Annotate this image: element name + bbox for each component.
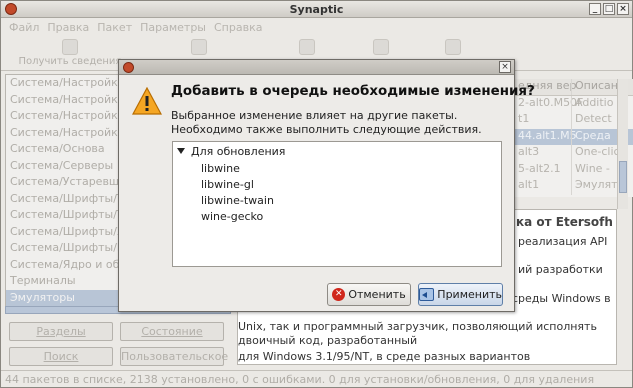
- confirm-changes-dialog: × Добавить в очередь необходимые изменен…: [118, 59, 535, 312]
- sections-button[interactable]: Разделы: [9, 322, 113, 341]
- dialog-close-icon[interactable]: ×: [499, 61, 511, 73]
- search-toolbar-button[interactable]: [443, 39, 463, 56]
- dialog-titlebar[interactable]: ×: [119, 60, 514, 75]
- warning-icon: [132, 87, 162, 115]
- table-row[interactable]: 5-alt2.1 Wine -: [515, 161, 633, 178]
- group-row[interactable]: Для обновления: [177, 145, 285, 158]
- dialog-message-line2: Необходимо также выполнить следующие дей…: [171, 123, 482, 136]
- search-results-button[interactable]: Поиск: [9, 347, 113, 366]
- reload-label: Получить сведения: [18, 56, 122, 67]
- window-title: Synaptic: [289, 3, 344, 16]
- reload-icon: [62, 39, 78, 55]
- dialog-message: Выбранное изменение влияет на другие пак…: [171, 109, 482, 137]
- mark-upgrades-button[interactable]: [189, 39, 209, 56]
- description-line: двоичный код, разработанный: [238, 334, 418, 347]
- dialog-app-icon: [123, 62, 134, 73]
- description-line: ий разработки: [518, 263, 603, 276]
- description-line: Unix, так и программный загрузчик, позво…: [238, 320, 597, 333]
- description-line: реализация API: [518, 235, 608, 248]
- dialog-heading: Добавить в очередь необходимые изменения…: [171, 84, 535, 99]
- maximize-icon[interactable]: □: [603, 3, 615, 15]
- cancel-label: Отменить: [348, 288, 406, 301]
- app-icon: [5, 3, 17, 15]
- close-icon[interactable]: ×: [617, 3, 629, 15]
- window-titlebar[interactable]: Synaptic _ □ ×: [1, 1, 632, 18]
- table-row[interactable]: alt3 One-clic: [515, 145, 633, 162]
- dialog-message-line1: Выбранное изменение влияет на другие пак…: [171, 109, 458, 122]
- apply-icon: [419, 288, 435, 301]
- minimize-icon[interactable]: _: [589, 3, 601, 15]
- menu-help[interactable]: Справка: [210, 19, 266, 37]
- menu-package[interactable]: Пакет: [93, 19, 136, 37]
- affected-packages-list[interactable]: Для обновления libwine libwine-gl libwin…: [172, 141, 502, 267]
- menu-edit[interactable]: Правка: [43, 19, 93, 37]
- apply-button[interactable]: Применить: [418, 283, 503, 306]
- description-line: для Windows 3.1/95/NT, в среде разных ва…: [238, 350, 531, 363]
- upgrade-icon: [191, 39, 207, 55]
- properties-button[interactable]: [371, 39, 391, 56]
- checkmark-icon: [299, 39, 315, 55]
- menu-settings[interactable]: Параметры: [136, 19, 210, 37]
- apply-toolbar-button[interactable]: [297, 39, 317, 56]
- list-item[interactable]: libwine-gl: [201, 178, 254, 191]
- menu-file[interactable]: Файл: [5, 19, 43, 37]
- status-bar: 44 пакетов в списке, 2138 установлено, 0…: [1, 370, 632, 387]
- table-row[interactable]: t1 Detect: [515, 112, 633, 129]
- list-item[interactable]: libwine: [201, 162, 240, 175]
- cancel-icon: ✕: [332, 288, 346, 301]
- description-line: среды Windows в: [512, 292, 611, 305]
- expander-arrow-icon[interactable]: [177, 148, 185, 154]
- custom-filters-button[interactable]: Пользовательское: [120, 347, 228, 366]
- scrollbar-thumb[interactable]: [619, 161, 627, 193]
- apply-label: Применить: [437, 288, 502, 301]
- menubar: Файл Правка Пакет Параметры Справка: [1, 19, 632, 37]
- list-item[interactable]: libwine-twain: [201, 194, 274, 207]
- properties-icon: [373, 39, 389, 55]
- binoculars-icon: [445, 39, 461, 55]
- description-title: ка от Etersofh: [516, 215, 613, 229]
- group-label: Для обновления: [191, 145, 286, 158]
- table-row-selected[interactable]: 44.alt1.M5 Среда: [515, 128, 633, 145]
- reload-button[interactable]: Получить сведения: [15, 39, 125, 67]
- status-button[interactable]: Состояние: [120, 322, 224, 341]
- table-row[interactable]: alt1 Эмулят: [515, 178, 633, 195]
- cancel-button[interactable]: ✕ Отменить: [327, 283, 411, 306]
- list-item[interactable]: wine-gecko: [201, 210, 263, 223]
- table-scrollbar[interactable]: [617, 79, 628, 209]
